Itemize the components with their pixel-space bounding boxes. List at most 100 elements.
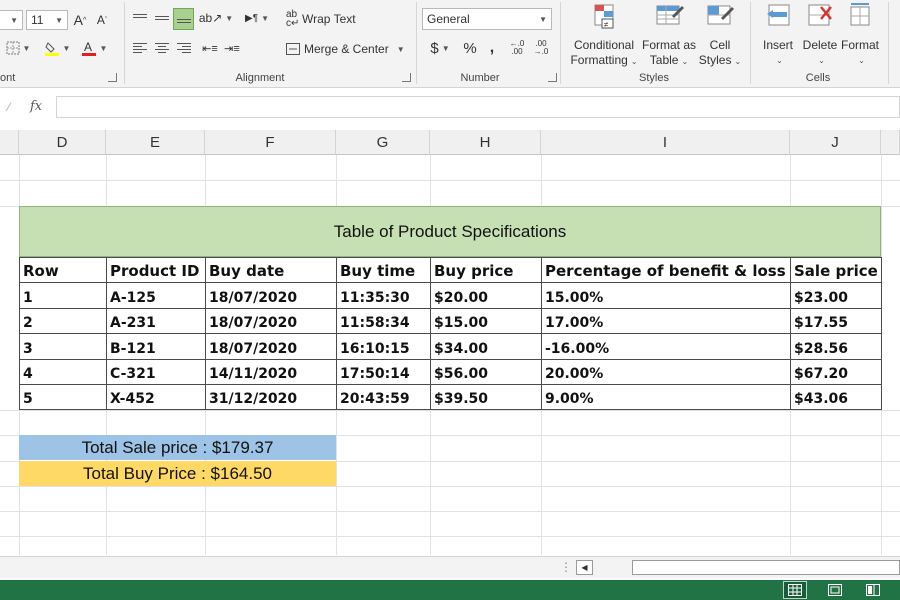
orientation-button[interactable]: ab↗ ▼ [199,8,233,28]
header-cell-product-id[interactable]: Product ID [106,256,206,284]
column-header-h[interactable]: H [430,130,541,155]
table-cell[interactable]: 14/11/2020 [205,358,337,385]
table-cell[interactable]: 20.00% [541,358,791,385]
table-cell[interactable]: $28.56 [790,333,882,360]
table-cell[interactable]: 4 [19,358,107,385]
align-left-button[interactable] [130,38,150,58]
merge-center-button[interactable]: Merge & Center ▼ [286,38,406,60]
total-buy-price-cell[interactable]: Total Buy Price : $164.50 [19,461,336,486]
table-cell[interactable]: 18/07/2020 [205,307,337,335]
normal-view-button[interactable] [783,581,807,599]
table-cell[interactable]: $15.00 [430,307,542,335]
header-cell-buy-date[interactable]: Buy date [205,256,337,284]
column-header-d[interactable]: D [19,130,106,155]
top-align-button[interactable] [130,8,150,28]
alignment-dialog-launcher[interactable] [402,73,411,82]
font-color-button[interactable]: A ▼ [78,38,110,58]
table-cell[interactable]: 18/07/2020 [205,282,337,309]
insert-function-button[interactable]: fx [30,99,42,114]
column-header-e[interactable]: E [106,130,205,155]
table-cell[interactable]: A-231 [106,307,206,335]
formula-input[interactable] [56,96,900,118]
align-right-button[interactable] [174,38,194,58]
table-cell[interactable]: $23.00 [790,282,882,309]
table-cell[interactable]: -16.00% [541,333,791,360]
wrap-text-button[interactable]: ab c↵ Wrap Text [286,8,358,30]
table-cell[interactable]: 15.00% [541,282,791,309]
comma-style-button[interactable]: , [484,38,500,58]
normal-view-icon [788,584,802,596]
table-cell[interactable]: 11:58:34 [336,307,431,335]
column-header-right-edge[interactable] [881,130,900,155]
fill-color-button[interactable]: ▼ [42,38,72,58]
font-size-dropdown[interactable]: 11 ▼ [26,10,68,30]
table-cell[interactable]: 17:50:14 [336,358,431,385]
decrease-indent-button[interactable]: ⇤≡ [200,38,220,58]
column-header-left-edge[interactable] [0,130,19,155]
number-format-dropdown[interactable]: General ▼ [422,8,552,30]
insert-cells-button[interactable]: Insert ⌄ [758,2,798,68]
table-cell[interactable]: $39.50 [430,383,542,411]
table-cell[interactable]: C-321 [106,358,206,385]
header-cell-sale-price[interactable]: Sale price [790,256,882,284]
table-cell[interactable]: A-125 [106,282,206,309]
header-cell-percentage[interactable]: Percentage of benefit & loss [541,256,791,284]
table-cell[interactable]: 16:10:15 [336,333,431,360]
horizontal-scrollbar[interactable] [632,560,900,575]
table-cell[interactable]: 3 [19,333,107,360]
column-header-g[interactable]: G [336,130,430,155]
decrease-font-size-button[interactable]: Aˇ [94,10,110,30]
tab-split-handle-icon[interactable]: ⋮ [560,560,572,574]
column-header-j[interactable]: J [790,130,881,155]
increase-font-size-button[interactable]: A ^ [72,10,88,30]
table-row: 2 A-231 18/07/2020 11:58:34 $15.00 17.00… [19,307,882,335]
format-as-table-button[interactable]: Format as Table ⌄ [640,2,698,69]
table-cell[interactable]: 5 [19,383,107,411]
font-name-dropdown-tail[interactable]: ▼ [0,10,23,30]
increase-indent-button[interactable]: ⇥≡ [222,38,242,58]
column-header-i[interactable]: I [541,130,790,155]
cell-styles-button[interactable]: Cell Styles ⌄ [698,2,742,69]
product-table: Row Product ID Buy date Buy time Buy pri… [19,256,882,411]
table-cell[interactable]: 18/07/2020 [205,333,337,360]
table-cell[interactable]: $20.00 [430,282,542,309]
accounting-format-button[interactable]: $ ▼ [426,38,454,58]
table-cell[interactable]: $17.55 [790,307,882,335]
middle-align-button[interactable] [152,8,172,28]
borders-button[interactable]: ▼ [2,38,34,58]
table-cell[interactable]: $67.20 [790,358,882,385]
bottom-align-button[interactable] [173,8,194,30]
total-sale-price-cell[interactable]: Total Sale price : $179.37 [19,435,336,460]
decrease-decimal-button[interactable]: .00 →.0 [530,38,552,58]
column-header-f[interactable]: F [205,130,336,155]
table-cell[interactable]: 2 [19,307,107,335]
table-cell[interactable]: 17.00% [541,307,791,335]
scroll-left-button[interactable]: ◀ [576,560,593,575]
table-title[interactable]: Table of Product Specifications [19,206,881,257]
delete-cells-button[interactable]: Delete ⌄ [800,2,840,68]
conditional-formatting-button[interactable]: ≠ Conditional Formatting ⌄ [568,2,640,69]
align-center-button[interactable] [152,38,172,58]
percent-style-button[interactable]: % [460,38,480,58]
table-cell[interactable]: $56.00 [430,358,542,385]
header-cell-buy-price[interactable]: Buy price [430,256,542,284]
table-cell[interactable]: $34.00 [430,333,542,360]
page-break-preview-button[interactable] [862,582,884,598]
text-direction-button[interactable]: ▶¶ ▼ [240,8,274,28]
table-cell[interactable]: $43.06 [790,383,882,411]
increase-decimal-button[interactable]: ←.0 .00 [506,38,528,58]
group-separator [888,2,889,84]
format-cells-button[interactable]: Format ⌄ [840,2,880,68]
table-cell[interactable]: X-452 [106,383,206,411]
header-cell-buy-time[interactable]: Buy time [336,256,431,284]
number-dialog-launcher[interactable] [548,73,557,82]
table-cell[interactable]: B-121 [106,333,206,360]
table-cell[interactable]: 20:43:59 [336,383,431,411]
table-cell[interactable]: 11:35:30 [336,282,431,309]
font-dialog-launcher[interactable] [108,73,117,82]
page-layout-view-button[interactable] [824,582,846,598]
table-cell[interactable]: 1 [19,282,107,309]
header-cell-row[interactable]: Row [19,256,107,284]
table-cell[interactable]: 31/12/2020 [205,383,337,411]
table-cell[interactable]: 9.00% [541,383,791,411]
